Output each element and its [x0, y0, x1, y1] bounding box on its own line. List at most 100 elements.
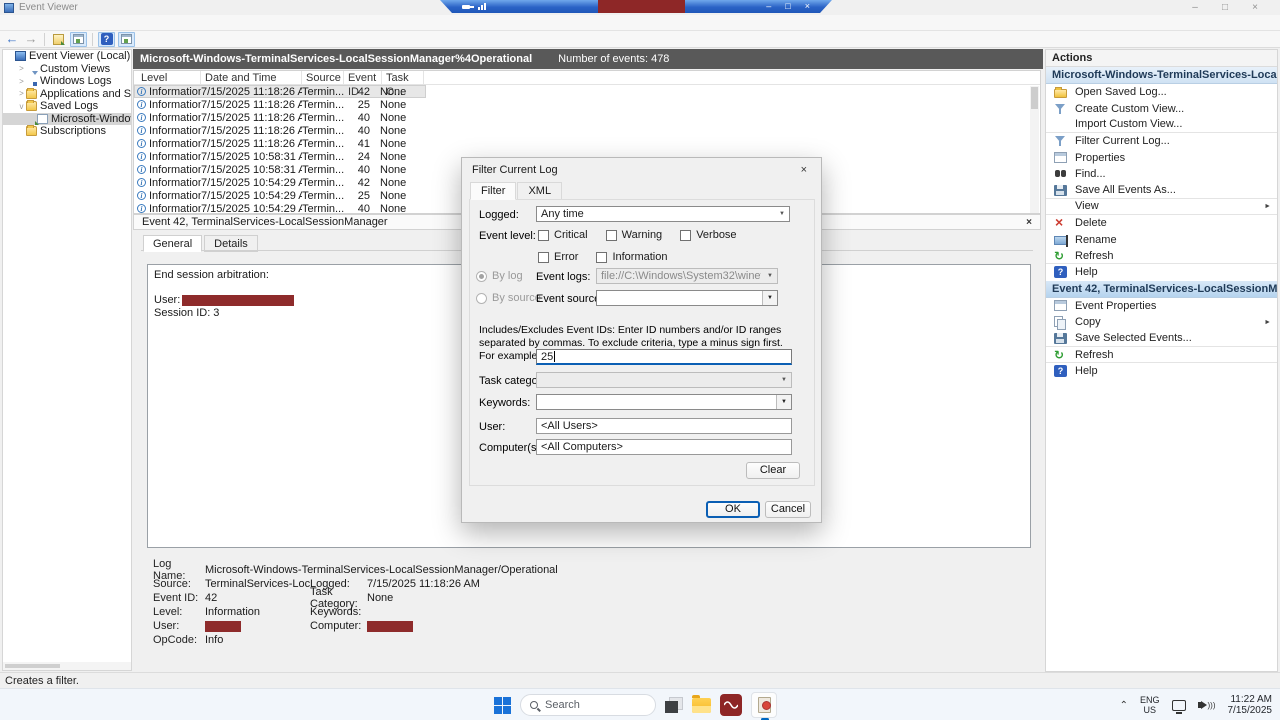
checkbox-icon[interactable]	[680, 230, 691, 241]
export-list-button[interactable]	[50, 32, 67, 47]
volume-icon[interactable]: )))	[1198, 701, 1216, 710]
start-button[interactable]	[494, 697, 511, 714]
event-row[interactable]: iInformation 7/15/2025 10:58:31 AM Termi…	[134, 150, 426, 163]
column-date[interactable]: Date and Time	[201, 71, 302, 85]
action-item[interactable]: Refresh ►	[1046, 347, 1277, 363]
tree-expander-icon[interactable]: v	[17, 102, 26, 111]
checkbox-icon[interactable]	[538, 252, 549, 263]
event-level-option[interactable]: Verbose	[680, 229, 736, 241]
window-close-button[interactable]: ×	[1248, 2, 1262, 13]
forward-arrow-icon[interactable]: →	[23, 32, 39, 46]
red-app-button[interactable]	[720, 694, 742, 716]
event-level-option[interactable]: Warning	[606, 229, 663, 241]
event-level-option[interactable]: Critical	[538, 229, 588, 241]
tab-general[interactable]: General	[143, 235, 202, 252]
action-item[interactable]: Open Saved Log... ►	[1046, 84, 1277, 100]
computer-input[interactable]: <All Computers>	[536, 439, 792, 455]
logged-dropdown[interactable]: Any time ▼	[536, 206, 790, 222]
task-view-button[interactable]	[665, 697, 683, 713]
tree-item[interactable]: Event Viewer (Local)	[3, 50, 131, 63]
tree-expander-icon[interactable]: >	[17, 77, 26, 86]
tree-horizontal-scrollbar[interactable]	[3, 662, 131, 670]
action-item[interactable]: Save All Events As... ►	[1046, 182, 1277, 198]
event-row[interactable]: iInformation 7/15/2025 10:54:29 AM Termi…	[134, 189, 426, 202]
tree-item[interactable]: > Applications and Services Lo	[3, 88, 131, 101]
actions-section-event-header[interactable]: Event 42, TerminalServices-LocalSessionM…	[1046, 281, 1277, 298]
action-pane-toggle-button[interactable]	[118, 32, 135, 47]
checkbox-icon[interactable]	[538, 230, 549, 241]
rdp-minimize-button[interactable]: –	[766, 0, 771, 13]
radio-icon[interactable]	[476, 293, 487, 304]
back-arrow-icon[interactable]: ←	[4, 32, 20, 46]
action-item[interactable]: Event Properties ►	[1046, 298, 1277, 314]
column-task[interactable]: Task C...	[382, 71, 424, 85]
column-event-id[interactable]: Event ID	[344, 71, 382, 85]
ok-button[interactable]: OK	[706, 501, 760, 518]
action-item[interactable]: Delete ►	[1046, 215, 1277, 231]
event-row[interactable]: iInformation 7/15/2025 11:18:26 AM Termi…	[134, 124, 426, 137]
action-item[interactable]: Copy ►	[1046, 314, 1277, 330]
tree-item[interactable]: v Saved Logs	[3, 100, 131, 113]
event-level-option[interactable]: Error	[538, 251, 578, 263]
by-source-radio[interactable]: By source	[476, 292, 541, 304]
action-item[interactable]: Import Custom View... ►	[1046, 117, 1277, 133]
action-item[interactable]: Save Selected Events... ►	[1046, 330, 1277, 346]
tree-item[interactable]: > Custom Views	[3, 63, 131, 76]
preview-close-icon[interactable]: ×	[1026, 217, 1032, 228]
action-item[interactable]: Help ►	[1046, 363, 1277, 379]
rdp-close-button[interactable]: ×	[805, 0, 810, 13]
by-log-radio[interactable]: By log	[476, 270, 523, 282]
menu-item[interactable]	[18, 22, 32, 24]
dropdown-button[interactable]: ▼	[762, 291, 777, 305]
checkbox-icon[interactable]	[606, 230, 617, 241]
action-item[interactable]: Find... ►	[1046, 166, 1277, 182]
action-item[interactable]: Refresh ►	[1046, 248, 1277, 264]
tree-expander-icon[interactable]: >	[17, 64, 26, 73]
rdp-restore-button[interactable]: □	[785, 0, 790, 13]
event-row[interactable]: iInformation 7/15/2025 11:18:26 AM Termi…	[134, 111, 426, 124]
tree-item[interactable]: Subscriptions	[3, 125, 131, 138]
event-row[interactable]: iInformation 7/15/2025 11:18:26 AM Termi…	[134, 85, 426, 98]
action-item[interactable]: Help ►	[1046, 264, 1277, 280]
dropdown-button[interactable]: ▼	[776, 395, 791, 409]
actions-section-log-header[interactable]: Microsoft-Windows-TerminalServices-Local…	[1046, 67, 1277, 84]
help-button[interactable]: ?	[98, 32, 115, 47]
action-item[interactable]: View ►	[1046, 199, 1277, 215]
action-item[interactable]: Rename ►	[1046, 232, 1277, 248]
column-level[interactable]: Level	[134, 71, 201, 85]
event-list-scrollbar[interactable]	[1030, 86, 1039, 213]
column-source[interactable]: Source	[302, 71, 344, 85]
cancel-button[interactable]: Cancel	[765, 501, 811, 518]
radio-icon[interactable]	[476, 271, 487, 282]
taskbar-search[interactable]: Search	[520, 694, 656, 716]
clear-button[interactable]: Clear	[746, 462, 800, 479]
checkbox-icon[interactable]	[596, 252, 607, 263]
keywords-dropdown[interactable]: ▼	[536, 394, 792, 410]
pin-icon[interactable]	[462, 5, 470, 9]
user-input[interactable]: <All Users>	[536, 418, 792, 434]
event-row[interactable]: iInformation 7/15/2025 10:54:29 AM Termi…	[134, 176, 426, 189]
event-row[interactable]: iInformation 7/15/2025 11:18:26 AM Termi…	[134, 137, 426, 150]
event-level-option[interactable]: Information	[596, 251, 667, 263]
menu-item[interactable]	[32, 22, 46, 24]
event-row[interactable]: iInformation 7/15/2025 11:18:26 AM Termi…	[134, 98, 426, 111]
menu-item[interactable]	[4, 22, 18, 24]
action-item[interactable]: Filter Current Log... ►	[1046, 133, 1277, 149]
tree-expander-icon[interactable]: >	[17, 89, 26, 98]
clock[interactable]: 11:22 AM7/15/2025	[1228, 694, 1273, 716]
menu-item[interactable]	[46, 22, 60, 24]
console-tree-toggle-button[interactable]	[70, 32, 87, 47]
window-maximize-button[interactable]: □	[1218, 2, 1232, 13]
network-icon[interactable]	[1172, 700, 1186, 711]
action-item[interactable]: Properties ►	[1046, 150, 1277, 166]
tree-item[interactable]: > Windows Logs	[3, 75, 131, 88]
file-explorer-button[interactable]	[692, 698, 711, 713]
tree-item[interactable]: Microsoft-Windows-Terr	[3, 113, 131, 126]
window-minimize-button[interactable]: –	[1188, 2, 1202, 13]
event-sources-dropdown[interactable]: ▼	[596, 290, 778, 306]
tray-expand-chevron-icon[interactable]: ⌃	[1120, 700, 1128, 711]
dialog-close-icon[interactable]: ×	[797, 164, 811, 176]
dialog-tab-xml[interactable]: XML	[517, 182, 562, 200]
event-row[interactable]: iInformation 7/15/2025 10:58:31 AM Termi…	[134, 163, 426, 176]
dialog-tab-filter[interactable]: Filter	[470, 182, 516, 200]
